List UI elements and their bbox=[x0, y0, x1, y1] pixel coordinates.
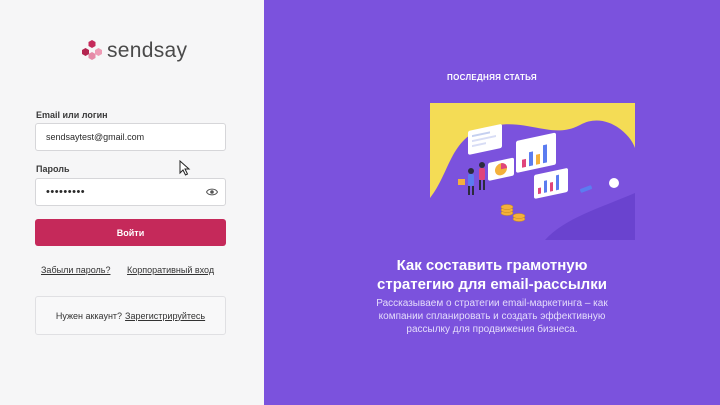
section-label: ПОСЛЕДНЯЯ СТАТЬЯ bbox=[447, 73, 537, 82]
email-field[interactable]: sendsaytest@gmail.com bbox=[35, 123, 226, 151]
eye-icon[interactable] bbox=[206, 187, 218, 197]
forgot-password-link[interactable]: Забыли пароль? bbox=[41, 265, 110, 275]
password-label: Пароль bbox=[36, 164, 70, 174]
register-link[interactable]: Зарегистрируйтесь bbox=[125, 311, 205, 321]
email-field-value: sendsaytest@gmail.com bbox=[46, 132, 145, 142]
brand-logo[interactable]: sendsay bbox=[80, 39, 187, 63]
password-field[interactable]: ••••••••• bbox=[35, 178, 226, 206]
register-prompt: Нужен аккаунт? bbox=[55, 310, 123, 321]
password-field-value: ••••••••• bbox=[46, 186, 86, 198]
promo-panel: ПОСЛЕДНЯЯ СТАТЬЯ Как составить грамотную… bbox=[264, 0, 720, 405]
hexagon-cluster-icon bbox=[82, 40, 102, 60]
register-box: Нужен аккаунт? Зарегистрируйтесь bbox=[35, 296, 226, 335]
article-illustration-art bbox=[430, 120, 635, 240]
login-button[interactable]: Войти bbox=[35, 219, 226, 246]
mouse-pointer-icon bbox=[179, 160, 191, 176]
corporate-login-link[interactable]: Корпоративный вход bbox=[127, 265, 214, 275]
brand-name: sendsay bbox=[107, 39, 188, 62]
article-description: Рассказываем о стратегии email-маркетинг… bbox=[376, 298, 608, 335]
article-illustration[interactable] bbox=[430, 103, 635, 240]
article-title[interactable]: Как составить грамотную стратегию для em… bbox=[364, 256, 620, 294]
email-label: Email или логин bbox=[36, 110, 108, 120]
login-panel: sendsay Email или логин sendsaytest@gmai… bbox=[0, 0, 264, 405]
